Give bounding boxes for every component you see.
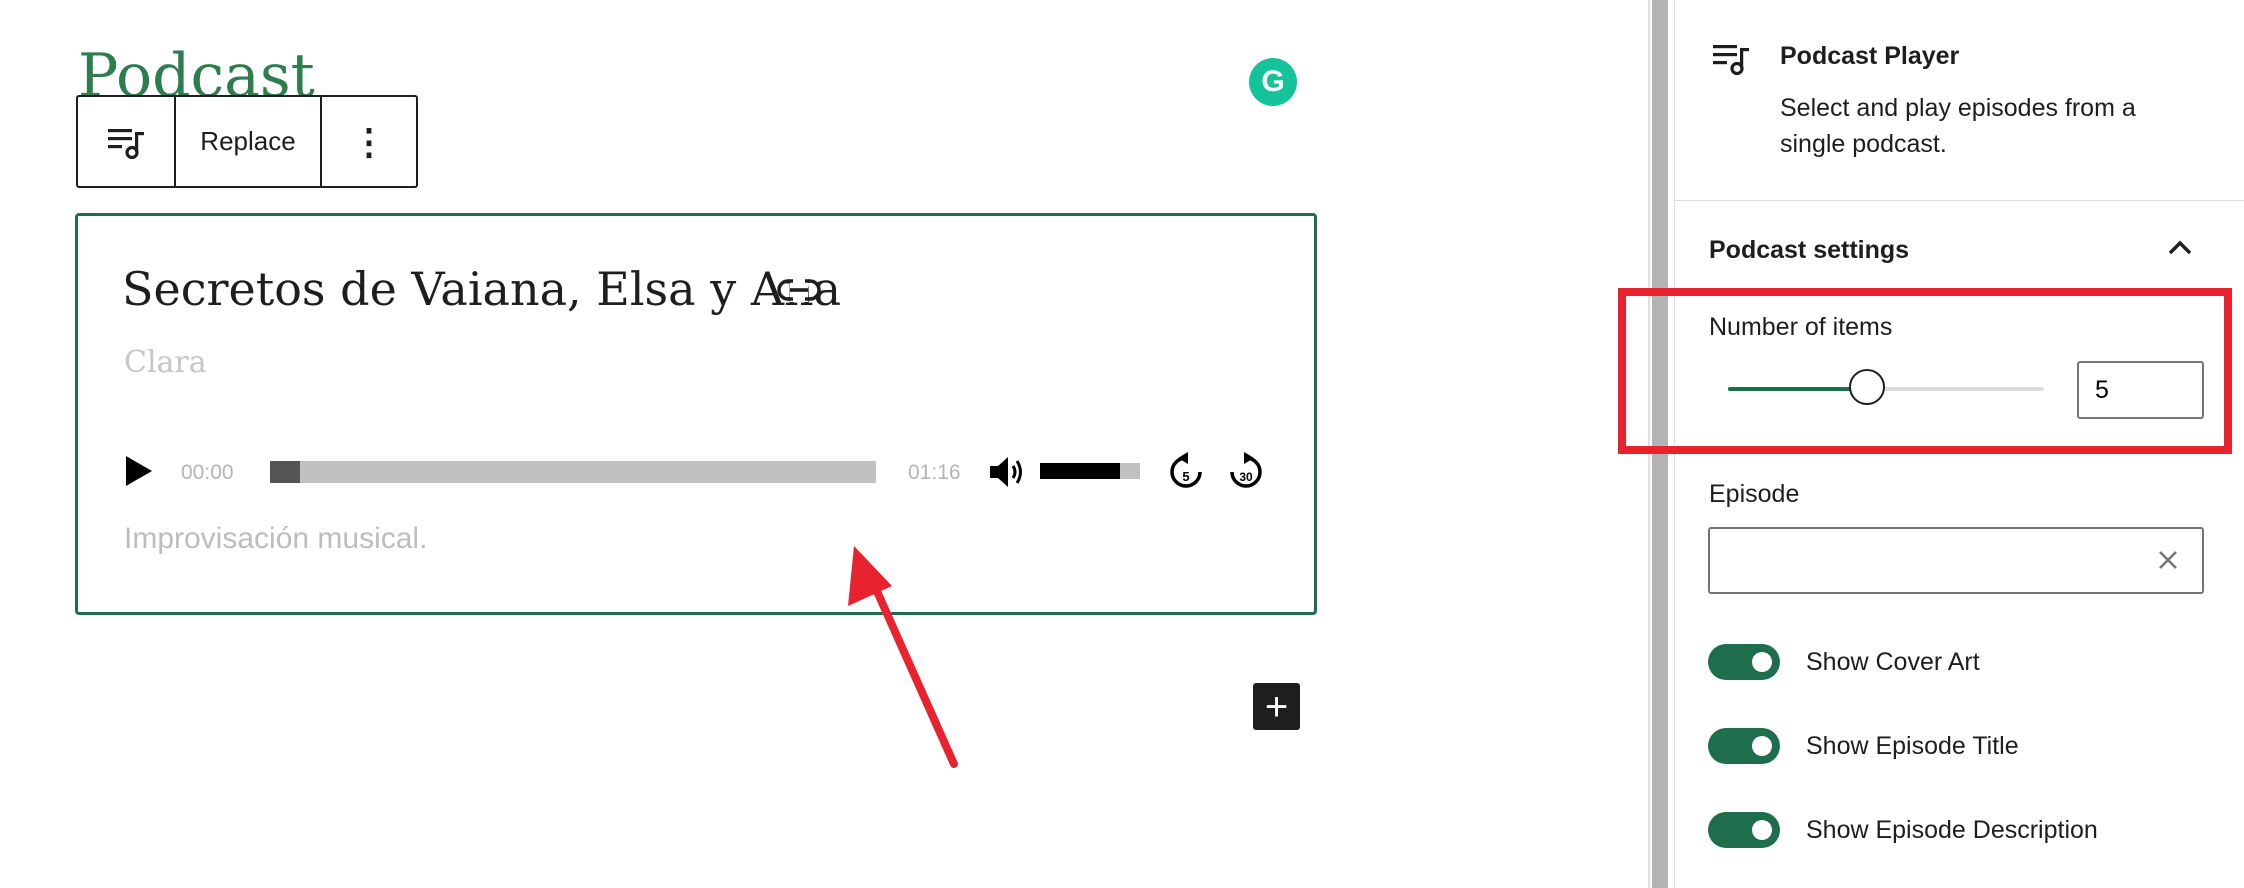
show-cover-art-toggle[interactable] xyxy=(1708,644,1780,680)
toggle-row-show-episode-description[interactable]: Show Episode Description xyxy=(1708,812,2098,848)
episode-description: Improvisación musical. xyxy=(124,522,428,555)
episode-label: Episode xyxy=(1709,480,1800,508)
grammarly-icon[interactable]: G xyxy=(1249,58,1297,106)
current-time: 00:00 xyxy=(181,461,234,484)
block-type-button[interactable] xyxy=(78,97,176,186)
block-toolbar: Replace ⋮ xyxy=(76,95,418,188)
post-title[interactable]: Podcast xyxy=(78,36,315,96)
skip-back-label: 5 xyxy=(1182,469,1189,484)
podcast-settings-panel-title[interactable]: Podcast settings xyxy=(1709,236,1909,265)
episode-title: Secretos de Vaiana, Elsa y Ana xyxy=(122,262,842,316)
block-card-description: Select and play episodes from a single p… xyxy=(1780,94,2136,158)
volume-icon[interactable] xyxy=(988,455,1028,489)
number-of-items-range[interactable] xyxy=(1728,387,2044,391)
add-block-button[interactable]: + xyxy=(1253,683,1300,730)
close-icon[interactable] xyxy=(2154,546,2182,574)
playlist-music-icon xyxy=(1713,45,1749,76)
episode-select[interactable] xyxy=(1708,527,2204,594)
playlist-music-icon xyxy=(108,128,144,159)
skip-forward-icon[interactable]: 30 xyxy=(1226,450,1266,494)
toggle-label: Show Cover Art xyxy=(1806,647,1980,676)
progress-bar[interactable] xyxy=(270,461,876,483)
show-episode-title-toggle[interactable] xyxy=(1708,728,1780,764)
number-of-items-label: Number of items xyxy=(1709,313,1893,341)
duration: 01:16 xyxy=(908,461,961,484)
replace-button[interactable]: Replace xyxy=(176,97,322,186)
link-icon[interactable] xyxy=(776,272,822,308)
toggle-row-show-cover-art[interactable]: Show Cover Art xyxy=(1708,644,1980,680)
progress-fill xyxy=(270,461,301,483)
play-icon[interactable] xyxy=(124,454,154,488)
annotation-arrow xyxy=(848,546,958,768)
skip-forward-label: 30 xyxy=(1239,470,1253,484)
more-options-button[interactable]: ⋮ xyxy=(322,97,416,186)
show-episode-description-toggle[interactable] xyxy=(1708,812,1780,848)
episode-author: Clara xyxy=(124,345,207,380)
chevron-up-icon[interactable] xyxy=(2166,236,2194,260)
toggle-row-show-episode-title[interactable]: Show Episode Title xyxy=(1708,728,2019,764)
range-fill xyxy=(1728,387,1868,391)
number-of-items-input[interactable] xyxy=(2077,361,2204,419)
panel-divider xyxy=(1675,200,2244,201)
toggle-label: Show Episode Title xyxy=(1806,731,2019,760)
volume-fill xyxy=(1040,463,1120,479)
skip-back-icon[interactable]: 5 xyxy=(1166,450,1206,494)
toggle-label: Show Episode Description xyxy=(1806,815,2098,844)
block-card-title: Podcast Player xyxy=(1780,42,1960,70)
range-thumb[interactable] xyxy=(1849,369,1886,405)
volume-slider[interactable] xyxy=(1040,463,1140,479)
